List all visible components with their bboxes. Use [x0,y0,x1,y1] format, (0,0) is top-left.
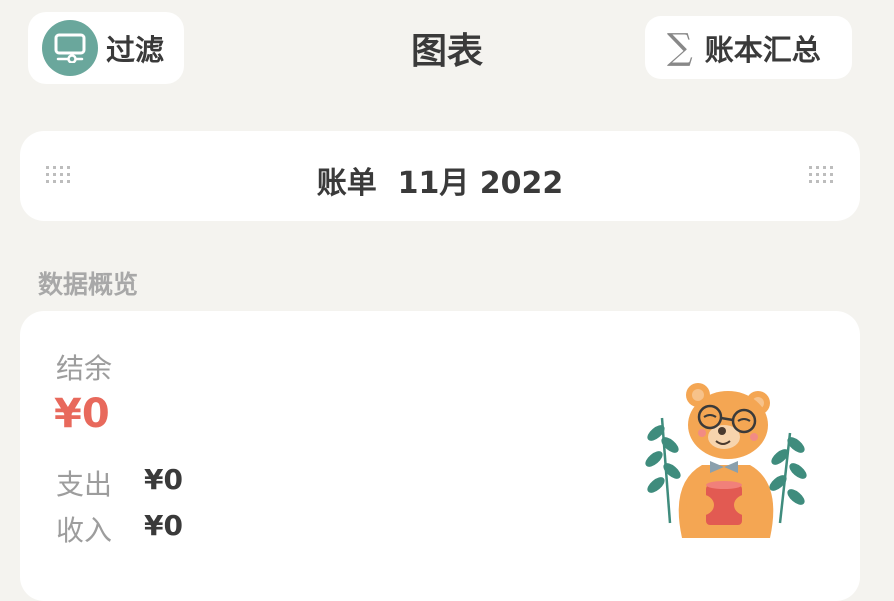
sigma-icon: ∑ [667,26,693,68]
income-label: 收入 [56,514,113,547]
ledger-summary-button[interactable]: ∑ 账本汇总 [645,16,852,79]
bear-illustration [645,383,807,538]
expense-value: ¥0 [144,463,183,496]
income-value: ¥0 [144,509,183,542]
balance-label: 结余 [56,352,113,385]
overview-card: 结余 ¥0 支出 ¥0 收入 ¥0 [20,311,860,601]
balance-value: ¥0 [54,391,110,437]
expense-label: 支出 [56,468,113,501]
grid-dots-icon[interactable] [809,166,837,186]
period-selector[interactable]: 账单 11月 2022 [20,131,860,221]
period-label: 账单 11月 2022 [316,166,564,201]
ledger-summary-label: 账本汇总 [704,32,821,67]
section-label: 数据概览 [38,270,139,299]
